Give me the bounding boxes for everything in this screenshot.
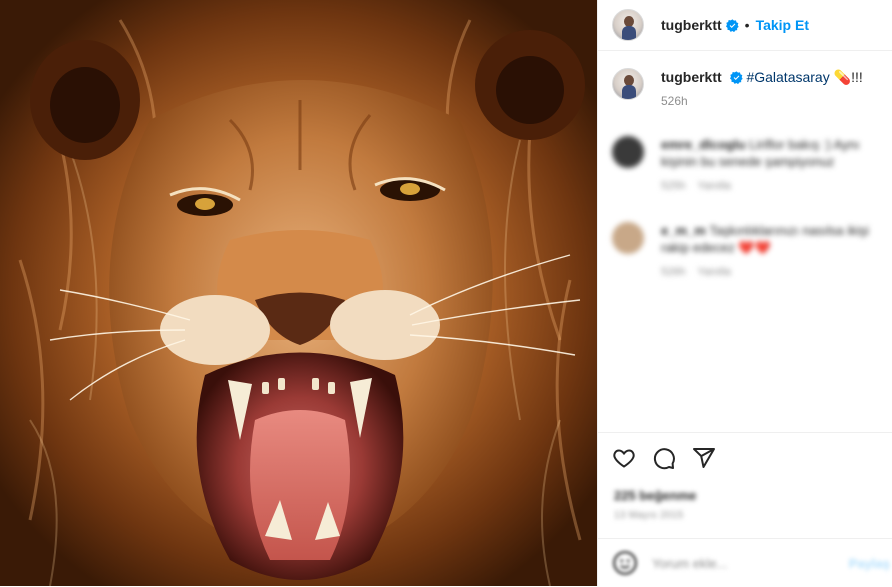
caption-suffix: !!! (851, 69, 863, 85)
comment-avatar[interactable] (612, 222, 644, 254)
comment-icon[interactable] (652, 446, 676, 470)
comment-item: e_m_m Taşkınlıklarınızı nasılsa ikişi ra… (612, 222, 872, 281)
reply-button[interactable]: Yanıtla (697, 266, 730, 278)
caption-username[interactable]: tugberktt (661, 69, 722, 85)
caption-avatar[interactable] (612, 68, 644, 100)
share-icon[interactable] (692, 446, 716, 470)
emoji-icon[interactable] (612, 550, 638, 576)
comment-item: emre_dlcoglu Liriflor bakış :) Aynı kişi… (612, 136, 872, 195)
caption-time[interactable]: 526h (661, 92, 863, 110)
comment-time: 525h (661, 180, 686, 192)
action-bar (598, 432, 892, 483)
post-image[interactable] (0, 0, 597, 586)
lion-photo (0, 0, 597, 586)
comment-hearts: ❤️❤️ (738, 240, 771, 255)
post-date: 13 Mayıs 2015 (614, 510, 684, 521)
post-panel: tugberktt • Takip Et tugberktt #Galatasa… (597, 0, 892, 586)
author-avatar[interactable] (612, 9, 644, 41)
caption-emoji: 💊 (833, 69, 852, 85)
author-username[interactable]: tugberktt (661, 17, 722, 33)
post-comment-button[interactable]: Paylaş (849, 556, 890, 571)
verified-badge-icon (729, 71, 743, 84)
comment-input[interactable]: Yorum ekle... (652, 556, 727, 571)
comment-time: 526h (661, 266, 686, 278)
verified-badge-icon (725, 18, 739, 32)
add-comment-bar: Yorum ekle... Paylaş (598, 538, 892, 587)
comment-avatar[interactable] (612, 136, 644, 168)
likes-count[interactable]: 225 beğenme (614, 488, 696, 503)
comment-username[interactable]: emre_dlcoglu (661, 137, 746, 152)
post-header: tugberktt • Takip Et (598, 0, 892, 51)
header-separator: • (744, 17, 750, 33)
caption-hashtag[interactable]: #Galatasaray (746, 69, 829, 85)
heart-icon[interactable] (612, 446, 636, 470)
comment-username[interactable]: e_m_m (661, 223, 706, 238)
reply-button[interactable]: Yanıtla (697, 180, 730, 192)
follow-button[interactable]: Takip Et (756, 17, 809, 33)
post-caption: tugberktt #Galatasaray 💊!!! 526h (612, 68, 882, 110)
